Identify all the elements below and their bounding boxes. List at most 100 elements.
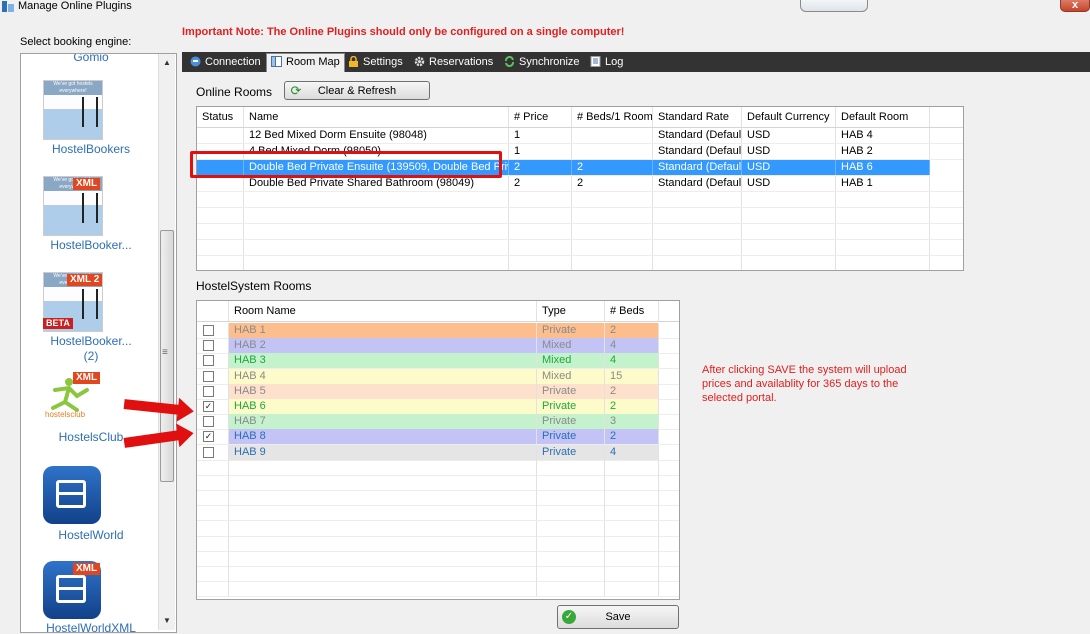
table-cell (605, 475, 659, 490)
table-row[interactable] (197, 192, 963, 208)
save-button[interactable]: ✓ Save (557, 605, 679, 629)
tab-reservations[interactable]: Reservations (410, 54, 497, 71)
room-checkbox[interactable] (203, 385, 214, 397)
close-button[interactable]: x (1060, 0, 1090, 12)
table-row[interactable]: HAB 7 Private 3 (197, 414, 679, 431)
column-header[interactable]: Default Room (836, 107, 930, 127)
table-row[interactable]: 12 Bed Mixed Dorm Ensuite (98048) 1 Standa… (197, 128, 963, 144)
table-cell (605, 535, 659, 551)
table-row[interactable] (197, 208, 963, 224)
checkbox-cell (197, 444, 229, 460)
column-header[interactable]: Name (244, 107, 509, 127)
table-cell (229, 459, 537, 475)
table-row[interactable] (197, 505, 679, 522)
sidebar-scroll-thumb[interactable]: ≡ (160, 230, 174, 482)
list-item-hostelworld[interactable]: HostelWorld (21, 466, 161, 543)
column-header[interactable]: Default Currency (742, 107, 836, 127)
table-row[interactable] (197, 566, 679, 583)
table-row[interactable]: HAB 2 Mixed 4 (197, 338, 679, 355)
column-header[interactable]: # Beds/1 Room (572, 107, 653, 127)
list-item-gomio[interactable]: Gomio (21, 54, 161, 65)
column-header[interactable] (197, 301, 229, 321)
tab-log[interactable]: Log (586, 54, 627, 71)
room-checkbox[interactable] (203, 416, 214, 428)
table-cell: USD (742, 144, 836, 159)
column-header[interactable]: Status (197, 107, 244, 127)
room-checkbox[interactable] (203, 446, 214, 458)
list-item-hostelbookers[interactable]: We've got hostels everywhere! HostelBook… (21, 80, 161, 157)
online-rooms-label: Online Rooms (196, 85, 273, 99)
scroll-down-icon[interactable]: ▼ (163, 616, 171, 625)
table-cell (244, 208, 509, 223)
table-cell: 2 (605, 399, 659, 414)
table-cell (229, 566, 537, 582)
table-cell: 2 (509, 160, 572, 175)
column-header[interactable]: Type (537, 301, 605, 321)
list-item-hostelbookers-xml[interactable]: We've got hostels everywhere! XML Hostel… (21, 176, 161, 253)
column-header[interactable]: Room Name (229, 301, 537, 321)
table-row[interactable]: ✓ HAB 8 Private 2 (197, 429, 679, 446)
online-rooms-table[interactable]: Status Name # Price # Beds/1 Room Standard R… (196, 106, 964, 271)
table-row[interactable]: Double Bed Private Shared Bathroom (9804… (197, 176, 963, 192)
table-row[interactable] (197, 459, 679, 476)
table-row[interactable]: ✓ HAB 6 Private 2 (197, 399, 679, 415)
table-row[interactable] (197, 256, 963, 270)
table-row[interactable]: HAB 4 Mixed 15 (197, 368, 679, 385)
table-row[interactable] (197, 240, 963, 256)
lock-icon (349, 56, 358, 67)
table-cell: HAB 4 (836, 128, 930, 143)
table-cell (229, 581, 537, 597)
table-row[interactable]: HAB 1 Private 2 (197, 323, 679, 339)
table-cell: Mixed (537, 353, 605, 369)
table-cell (197, 581, 229, 597)
table-row[interactable]: HAB 9 Private 4 (197, 444, 679, 461)
tab-room-map[interactable]: Room Map (266, 53, 345, 73)
column-header[interactable]: # Price (509, 107, 572, 127)
room-checkbox[interactable] (203, 325, 214, 336)
column-header[interactable]: Standard Rate (653, 107, 742, 127)
table-cell (197, 224, 244, 239)
tab-connection[interactable]: Connection (186, 54, 265, 71)
table-cell: 4 (605, 444, 659, 460)
table-cell (244, 192, 509, 207)
table-row[interactable] (197, 551, 679, 567)
booking-engine-list[interactable]: Gomio We've got hostels everywhere! Host… (20, 53, 177, 633)
room-checkbox[interactable] (203, 370, 214, 382)
hostelsystem-rooms-table[interactable]: Room Name Type # Beds HAB 1 Private 2 HAB 2 Mix… (196, 300, 680, 600)
room-checkbox[interactable]: ✓ (203, 401, 214, 412)
list-item-hostelbookers-xml2[interactable]: We've got hostels everywhere! XML 2 BETA… (21, 272, 161, 364)
table-row[interactable] (197, 535, 679, 552)
table-row[interactable] (197, 224, 963, 240)
table-row[interactable]: HAB 5 Private 2 (197, 383, 679, 400)
room-checkbox[interactable] (203, 340, 214, 352)
table-row[interactable]: HAB 3 Mixed 4 (197, 353, 679, 370)
column-header[interactable]: # Beds (605, 301, 659, 321)
table-cell (605, 551, 659, 566)
clear-refresh-button[interactable]: ⟳ Clear & Refresh (284, 81, 430, 100)
title-bar (0, 0, 1090, 14)
scroll-up-icon[interactable]: ▲ (163, 58, 171, 67)
table-cell: Private (537, 323, 605, 338)
table-cell (509, 192, 572, 207)
table-cell (537, 459, 605, 475)
table-cell: 1 (509, 128, 572, 143)
room-checkbox[interactable]: ✓ (203, 431, 214, 443)
table-row[interactable] (197, 520, 679, 537)
table-cell: USD (742, 160, 836, 175)
tab-synchronize[interactable]: Synchronize (500, 54, 584, 71)
table-row[interactable] (197, 581, 679, 598)
room-checkbox[interactable] (203, 355, 214, 367)
table-cell: 1 (509, 144, 572, 159)
table-row[interactable] (197, 490, 679, 507)
tab-settings[interactable]: Settings (344, 54, 407, 71)
table-row[interactable] (197, 475, 679, 491)
table-cell (229, 505, 537, 521)
list-item-hostelworld-xml[interactable]: XML HostelWorldXML (21, 561, 161, 633)
table-cell: HAB 6 (836, 160, 930, 175)
window-title: Manage Online Plugins (18, 0, 132, 12)
window-buttons[interactable] (800, 0, 868, 12)
table-cell (572, 128, 653, 143)
engine-label: HostelWorldXML (46, 621, 136, 633)
save-hint: After clicking SAVE the system will uplo… (702, 364, 907, 404)
table-cell (742, 256, 836, 270)
